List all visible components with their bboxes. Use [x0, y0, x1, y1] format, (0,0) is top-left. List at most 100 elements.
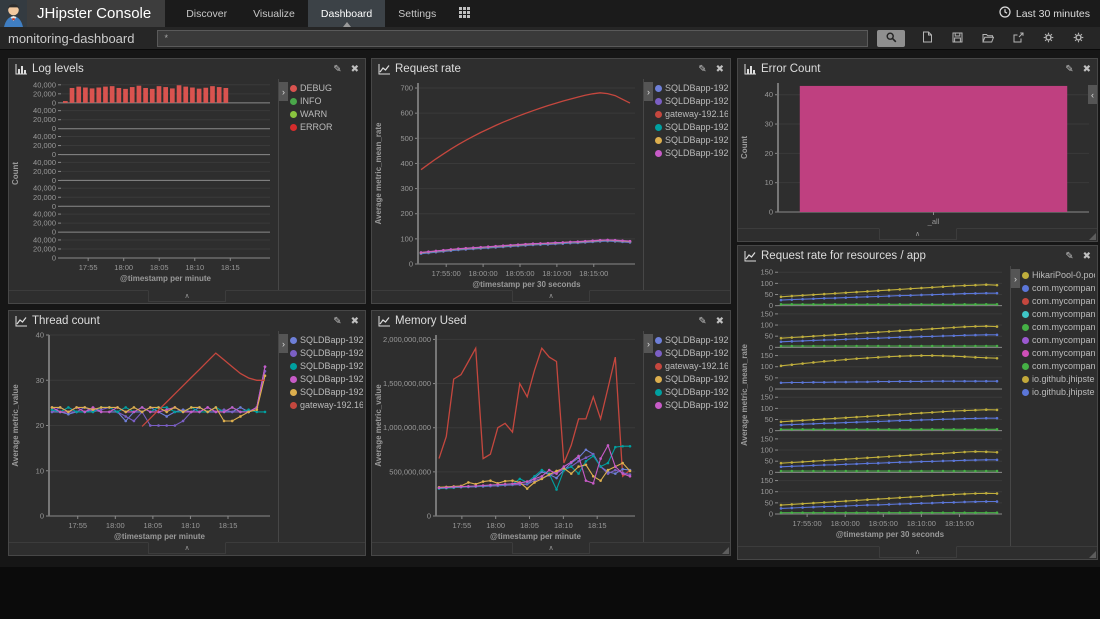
- edit-panel-icon[interactable]: ✎: [1065, 64, 1073, 75]
- svg-text:20,000: 20,000: [33, 167, 56, 176]
- line-chart-icon: [744, 251, 756, 262]
- panel-request-rate: Request rate ✎✖ Average metric_mean_rate…: [371, 58, 731, 304]
- legend-item[interactable]: SQLDBapp-192.168.4...: [655, 82, 728, 95]
- remove-panel-icon[interactable]: ✖: [716, 316, 724, 327]
- svg-text:18:05: 18:05: [520, 521, 539, 530]
- legend-label: SQLDBapp-192.168.4...: [665, 373, 728, 386]
- edit-panel-icon[interactable]: ✎: [1065, 251, 1073, 262]
- error-count-chart: Count010203040_all: [738, 79, 1097, 228]
- legend-color-dot: [290, 363, 297, 370]
- edit-panel-icon[interactable]: ✎: [698, 64, 706, 75]
- nav-discover[interactable]: Discover: [173, 0, 240, 27]
- legend-item[interactable]: com.mycompany.myap...: [1022, 347, 1095, 360]
- legend-item[interactable]: com.mycompany.myap...: [1022, 295, 1095, 308]
- legend-item[interactable]: gateway-192.168.43.8:...: [655, 108, 728, 121]
- collapse-panel-icon[interactable]: ∧: [879, 228, 957, 240]
- legend-item[interactable]: com.mycompany.myap...: [1022, 308, 1095, 321]
- legend-item[interactable]: gateway-192.168.43.8:...: [655, 360, 728, 373]
- legend-item[interactable]: INFO: [290, 95, 363, 108]
- legend-item[interactable]: SQLDBapp-192.168.4...: [655, 386, 728, 399]
- panel-drag-handle[interactable]: Thread count ✎✖: [9, 311, 365, 331]
- legend: › SQLDBapp-192.168.4...SQLDBapp-192.168.…: [643, 331, 730, 542]
- panel-drag-handle[interactable]: Log levels ✎✖: [9, 59, 365, 79]
- legend-item[interactable]: SQLDBapp-192.168.4...: [655, 334, 728, 347]
- apps-grid-button[interactable]: [449, 0, 480, 27]
- edit-panel-icon[interactable]: ✎: [698, 316, 706, 327]
- bar-chart-icon: [15, 64, 27, 75]
- legend-color-dot: [655, 376, 662, 383]
- legend-item[interactable]: com.mycompany.myap...: [1022, 321, 1095, 334]
- nav-dashboard[interactable]: Dashboard: [308, 0, 385, 27]
- legend-item[interactable]: gateway-192.168.43.8:...: [290, 399, 363, 412]
- legend-item[interactable]: com.mycompany.myap...: [1022, 282, 1095, 295]
- legend-item[interactable]: ERROR: [290, 121, 363, 134]
- legend-toggle-icon[interactable]: ›: [279, 334, 288, 353]
- remove-panel-icon[interactable]: ✖: [351, 64, 359, 75]
- legend-toggle-icon[interactable]: ›: [644, 334, 653, 353]
- panel-title: Error Count: [761, 63, 1060, 75]
- collapse-panel-icon[interactable]: ∧: [512, 542, 590, 554]
- svg-text:300: 300: [400, 184, 413, 193]
- new-document-icon: [922, 31, 933, 46]
- legend-item[interactable]: SQLDBapp-192.168.4...: [290, 347, 363, 360]
- svg-text:18:00: 18:00: [106, 521, 125, 530]
- legend-color-dot: [655, 124, 662, 131]
- legend-item[interactable]: SQLDBapp-192.168.4...: [655, 134, 728, 147]
- new-dashboard-button[interactable]: [922, 31, 933, 46]
- search-icon: [886, 31, 897, 46]
- save-dashboard-button[interactable]: [952, 31, 963, 46]
- settings-button[interactable]: [1073, 31, 1084, 46]
- legend-item[interactable]: SQLDBapp-192.168.4...: [655, 121, 728, 134]
- app-title: JHipster Console: [27, 0, 165, 27]
- nav-settings[interactable]: Settings: [385, 0, 449, 27]
- legend-toggle-icon[interactable]: ›: [1011, 269, 1020, 288]
- panel-drag-handle[interactable]: Request rate ✎✖: [372, 59, 730, 79]
- jhipster-logo[interactable]: [0, 0, 27, 27]
- legend-toggle-icon[interactable]: ‹: [1088, 85, 1097, 104]
- svg-text:18:05: 18:05: [150, 263, 169, 272]
- nav-visualize[interactable]: Visualize: [240, 0, 308, 27]
- panel-drag-handle[interactable]: Memory Used ✎✖: [372, 311, 730, 331]
- legend-item[interactable]: SQLDBapp-192.168.4...: [655, 347, 728, 360]
- legend-label: com.mycompany.myap...: [1032, 308, 1095, 321]
- legend-item[interactable]: SQLDBapp-192.168.4...: [290, 360, 363, 373]
- query-input[interactable]: [157, 30, 868, 47]
- legend-item[interactable]: com.mycompany.myap...: [1022, 334, 1095, 347]
- legend-item[interactable]: io.github.jhipster.web.r...: [1022, 386, 1095, 399]
- remove-panel-icon[interactable]: ✖: [1083, 64, 1091, 75]
- legend-item[interactable]: WARN: [290, 108, 363, 121]
- remove-panel-icon[interactable]: ✖: [1083, 251, 1091, 262]
- panel-drag-handle[interactable]: Error Count ✎ ✖: [738, 59, 1097, 79]
- legend-toggle-icon[interactable]: ›: [644, 82, 653, 101]
- legend-item[interactable]: SQLDBapp-192.168.4...: [655, 399, 728, 412]
- load-dashboard-button[interactable]: [982, 31, 994, 46]
- remove-panel-icon[interactable]: ✖: [716, 64, 724, 75]
- collapse-panel-icon[interactable]: ∧: [148, 542, 226, 554]
- legend-item[interactable]: io.github.jhipster.web.r...: [1022, 373, 1095, 386]
- legend-item[interactable]: SQLDBapp-192.168.4...: [290, 334, 363, 347]
- legend-label: SQLDBapp-192.168.4...: [665, 386, 728, 399]
- legend-item[interactable]: SQLDBapp-192.168.4...: [655, 95, 728, 108]
- edit-panel-icon[interactable]: ✎: [333, 316, 341, 327]
- time-range-label: Last 30 minutes: [1016, 8, 1090, 20]
- legend-item[interactable]: SQLDBapp-192.168.4...: [655, 147, 728, 160]
- collapse-panel-icon[interactable]: ∧: [879, 546, 957, 558]
- legend-item[interactable]: SQLDBapp-192.168.4...: [290, 373, 363, 386]
- log-levels-chart: Count020,00040,000020,00040,000020,00040…: [9, 79, 278, 290]
- panel-drag-handle[interactable]: Request rate for resources / app ✎✖: [738, 246, 1097, 266]
- edit-panel-icon[interactable]: ✎: [333, 64, 341, 75]
- legend-item[interactable]: HikariPool-0.pool.Wait: [1022, 269, 1095, 282]
- legend-item[interactable]: DEBUG: [290, 82, 363, 95]
- search-button[interactable]: [877, 30, 905, 47]
- legend-item[interactable]: com.mycompany.myap...: [1022, 360, 1095, 373]
- time-picker[interactable]: Last 30 minutes: [999, 0, 1100, 27]
- share-dashboard-button[interactable]: [1013, 31, 1024, 46]
- svg-text:40: 40: [765, 90, 773, 99]
- options-button[interactable]: [1043, 31, 1054, 46]
- collapse-panel-icon[interactable]: ∧: [148, 290, 226, 302]
- collapse-panel-icon[interactable]: ∧: [512, 290, 590, 302]
- legend-item[interactable]: SQLDBapp-192.168.4...: [290, 386, 363, 399]
- legend-toggle-icon[interactable]: ›: [279, 82, 288, 101]
- legend-item[interactable]: SQLDBapp-192.168.4...: [655, 373, 728, 386]
- remove-panel-icon[interactable]: ✖: [351, 316, 359, 327]
